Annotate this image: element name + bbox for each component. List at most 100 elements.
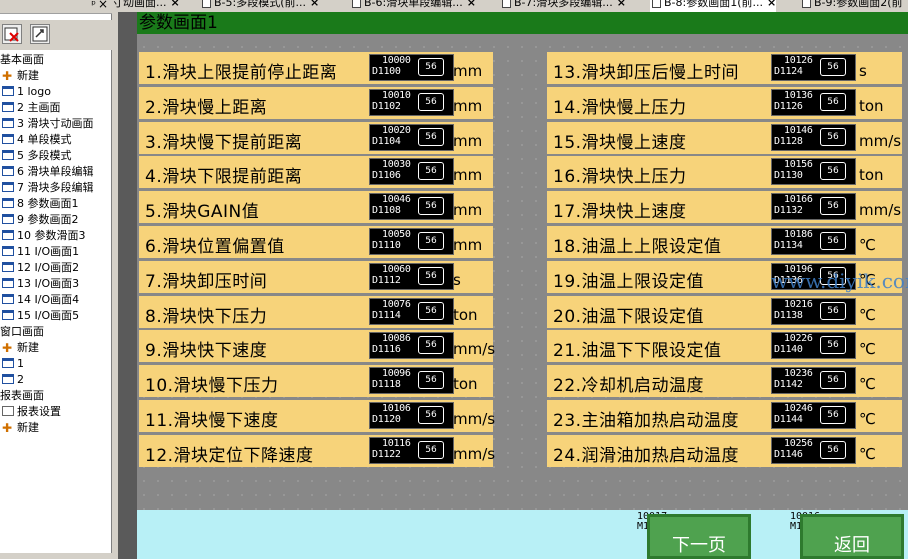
param-label: 8.滑块快下压力 bbox=[145, 306, 268, 327]
param-label: 20.油温下限设定值 bbox=[553, 306, 705, 327]
tree-group[interactable]: 基本画面 bbox=[0, 52, 112, 68]
param-row: 10.滑块慢下压力 10096 D1118 56 ton bbox=[139, 365, 493, 398]
tree-item[interactable]: 7 滑块多段编辑 bbox=[0, 180, 112, 196]
numeric-input[interactable]: 10256 D1146 56 bbox=[771, 436, 856, 464]
tab-close-icon[interactable]: × bbox=[310, 0, 319, 9]
param-unit: ℃ bbox=[859, 236, 876, 254]
tree-item-label: 8 参数画面1 bbox=[17, 197, 79, 210]
tree-item[interactable]: 4 单段模式 bbox=[0, 132, 112, 148]
tree-item[interactable]: 1 bbox=[0, 356, 112, 372]
numeric-input[interactable]: 10166 D1132 56 bbox=[771, 193, 856, 221]
param-label: 11.滑块慢下速度 bbox=[145, 411, 279, 431]
tree-group[interactable]: 窗口画面 bbox=[0, 324, 112, 340]
tree-item-label: 新建 bbox=[17, 421, 39, 434]
tab[interactable]: B-8:参数画面1(前... × bbox=[650, 0, 777, 12]
param-label: 12.滑块定位下降速度 bbox=[145, 445, 314, 466]
tree-item[interactable]: 15 I/O画面5 bbox=[0, 308, 112, 324]
numeric-input[interactable]: 10086 D1116 56 bbox=[369, 332, 454, 360]
numeric-input[interactable]: 10096 D1118 56 bbox=[369, 367, 454, 395]
tree-item-label: 报表画面 bbox=[0, 389, 44, 402]
tab-close-icon[interactable]: × bbox=[617, 0, 626, 9]
tree-group[interactable]: 报表画面 bbox=[0, 388, 112, 404]
tree-item[interactable]: 8 参数画面1 bbox=[0, 196, 112, 212]
numeric-input[interactable]: 10226 D1140 56 bbox=[771, 332, 856, 360]
tab-label: B-7:滑块多段编辑... bbox=[514, 0, 613, 9]
param-unit: mm/s bbox=[453, 410, 496, 428]
value-box: 56 bbox=[418, 371, 444, 390]
param-unit: s bbox=[453, 270, 461, 289]
tree-item[interactable]: 10 参数滑面3 bbox=[0, 228, 112, 244]
numeric-input[interactable]: 10106 D1120 56 bbox=[369, 402, 454, 429]
numeric-input[interactable]: 10186 D1134 56 bbox=[771, 228, 856, 255]
numeric-input[interactable]: 10216 D1138 56 bbox=[771, 297, 856, 325]
tab-close-icon[interactable]: × bbox=[767, 0, 776, 9]
value-box: 56 bbox=[418, 301, 444, 320]
numeric-input[interactable]: 10020 D1104 56 bbox=[369, 123, 454, 151]
tree-item[interactable]: 报表设置 bbox=[0, 404, 112, 420]
tab[interactable]: B-6:滑块单段编辑... × bbox=[350, 0, 476, 12]
screen-icon bbox=[2, 118, 14, 128]
tab[interactable]: B-7:滑块多段编辑... × bbox=[500, 0, 626, 12]
param-row: 14.滑快慢上压力 10136 D1126 56 ton bbox=[547, 86, 902, 119]
numeric-input[interactable]: 10010 D1102 56 bbox=[369, 88, 454, 116]
screen-icon bbox=[2, 198, 14, 208]
param-label: 21.油温下下限设定值 bbox=[553, 341, 722, 362]
tree-item[interactable]: 14 I/O画面4 bbox=[0, 292, 112, 308]
numeric-input[interactable]: 10116 D1122 56 bbox=[369, 436, 454, 464]
param-unit: mm bbox=[453, 236, 483, 254]
register-address: D1122 bbox=[372, 448, 401, 460]
tab-close-icon[interactable]: × bbox=[467, 0, 476, 9]
tree-item[interactable]: ✚ 新建 bbox=[0, 340, 112, 356]
tree-item[interactable]: 3 滑块寸动画面 bbox=[0, 116, 112, 132]
register-address: D1120 bbox=[372, 414, 401, 425]
param-label: 18.油温上上限设定值 bbox=[553, 237, 722, 257]
tab-page-icon bbox=[802, 0, 811, 8]
numeric-id: 10010 bbox=[382, 89, 411, 101]
properties-button[interactable] bbox=[30, 24, 50, 44]
numeric-input[interactable]: 10060 D1112 56 bbox=[369, 262, 454, 290]
numeric-input[interactable]: 10076 D1114 56 bbox=[369, 297, 454, 325]
tree-item[interactable]: 2 bbox=[0, 372, 112, 388]
delete-screen-button[interactable] bbox=[2, 24, 22, 44]
numeric-input[interactable]: 10046 D1108 56 bbox=[369, 193, 454, 221]
tree-item[interactable]: 13 I/O画面3 bbox=[0, 276, 112, 292]
numeric-id: 10106 bbox=[382, 403, 411, 414]
close-panel-icon[interactable]: × bbox=[98, 0, 108, 11]
numeric-input[interactable]: 10136 D1126 56 bbox=[771, 88, 856, 116]
tree-item[interactable]: 1 logo bbox=[0, 84, 112, 100]
tree-item[interactable]: 6 滑块单段编辑 bbox=[0, 164, 112, 180]
tree-item[interactable]: 5 多段模式 bbox=[0, 148, 112, 164]
tree-item[interactable]: 12 I/O画面2 bbox=[0, 260, 112, 276]
value-box: 56 bbox=[418, 162, 444, 181]
numeric-input[interactable]: 10146 D1128 56 bbox=[771, 123, 856, 151]
numeric-input[interactable]: 10000 D1100 56 bbox=[369, 54, 454, 81]
tab[interactable]: B-5:多段模式(前... × bbox=[200, 0, 319, 12]
numeric-input[interactable]: 10050 D1110 56 bbox=[369, 228, 454, 255]
pin-icon[interactable]: ᵖ bbox=[91, 0, 96, 11]
numeric-input[interactable]: 10030 D1106 56 bbox=[369, 158, 454, 186]
numeric-input[interactable]: 10236 D1142 56 bbox=[771, 367, 856, 395]
tree-item[interactable]: 9 参数画面2 bbox=[0, 212, 112, 228]
tree-item-label: 9 参数画面2 bbox=[17, 213, 79, 226]
numeric-input[interactable]: 10126 D1124 56 bbox=[771, 54, 856, 81]
screen-icon bbox=[2, 102, 14, 112]
value-box: 56 bbox=[820, 406, 846, 424]
tree-item[interactable]: ✚ 新建 bbox=[0, 420, 112, 436]
numeric-input[interactable]: 10246 D1144 56 bbox=[771, 402, 856, 429]
param-label: 19.油温上限设定值 bbox=[553, 271, 705, 292]
tree-item[interactable]: ✚ 新建 bbox=[0, 68, 112, 84]
next-page-button[interactable]: 下一页 bbox=[647, 514, 751, 559]
numeric-id: 10156 bbox=[784, 159, 813, 171]
numeric-id: 10020 bbox=[382, 124, 411, 136]
numeric-input[interactable]: 10156 D1130 56 bbox=[771, 158, 856, 186]
tree-item[interactable]: 11 I/O画面1 bbox=[0, 244, 112, 260]
value-box: 56 bbox=[418, 266, 444, 285]
param-label: 1.滑块上限提前停止距离 bbox=[145, 63, 338, 83]
tab[interactable]: B-9:参数画面2(前 bbox=[800, 0, 903, 12]
screen-icon bbox=[2, 214, 14, 224]
param-unit: s bbox=[859, 62, 867, 80]
back-button[interactable]: 返回 bbox=[800, 514, 904, 559]
tree-item[interactable]: 2 主画面 bbox=[0, 100, 112, 116]
param-unit: mm/s bbox=[859, 201, 902, 220]
tab-label: B-8:参数画面1(前... bbox=[664, 0, 763, 9]
